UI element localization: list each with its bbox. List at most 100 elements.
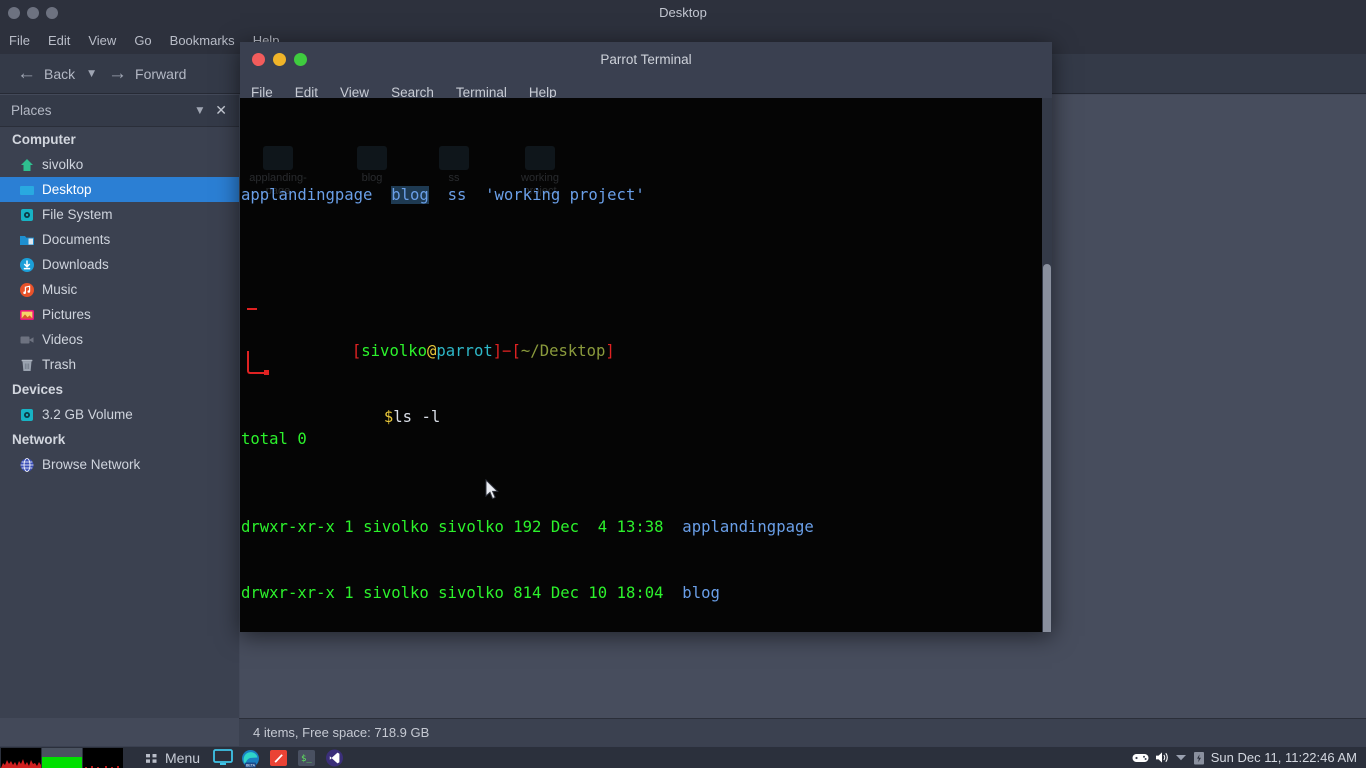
prompt-user: sivolko — [361, 342, 427, 360]
vscode-icon[interactable] — [325, 749, 347, 767]
text-editor-icon[interactable] — [269, 749, 291, 767]
row-user: sivolko — [363, 518, 429, 536]
prompt-bracket-icon — [247, 351, 269, 375]
pictures-icon — [19, 307, 35, 323]
ls-gap-1 — [372, 186, 391, 204]
table-row: drwxr-xr-x 1 sivolko sivolko 814 Dec 10 … — [241, 582, 1052, 604]
edge-browser-icon[interactable]: BETA — [241, 749, 263, 767]
row-group: sivolko — [438, 518, 504, 536]
terminal-icon[interactable]: $_ — [297, 749, 319, 767]
prompt-open-bracket: [ — [351, 342, 362, 360]
row-month: Dec — [550, 584, 580, 602]
prompt-dollar: $ — [383, 408, 394, 426]
sidebar-item-documents[interactable]: Documents — [0, 227, 239, 252]
places-close-icon[interactable]: ✕ — [215, 103, 239, 119]
fm-menu-bookmarks[interactable]: Bookmarks — [170, 33, 235, 48]
sidebar-item-file-system[interactable]: File System — [0, 202, 239, 227]
ls-gap-3 — [466, 186, 485, 204]
prompt-close-bracket: ] — [492, 342, 503, 360]
sidebar-label-downloads: Downloads — [42, 257, 109, 272]
sidebar-item-pictures[interactable]: Pictures — [0, 302, 239, 327]
row-size: 192 — [513, 518, 542, 536]
network-monitor-graph[interactable] — [83, 747, 123, 768]
cpu-monitor-graph[interactable] — [1, 747, 41, 768]
sidebar-item-desktop[interactable]: Desktop — [0, 177, 239, 202]
terminal-title: Parrot Terminal — [600, 52, 692, 67]
fm-menu-go[interactable]: Go — [134, 33, 151, 48]
monitor-icon[interactable] — [213, 748, 235, 767]
sidebar-label-documents: Documents — [42, 232, 111, 247]
volume-icon[interactable] — [1155, 751, 1169, 764]
fm-menu-edit[interactable]: Edit — [48, 33, 70, 48]
sidebar-item-trash[interactable]: Trash — [0, 352, 239, 377]
svg-text:BETA: BETA — [246, 763, 256, 767]
volume-disk-icon — [19, 407, 35, 423]
terminal-screen[interactable]: applandingpage blog ss 'working project'… — [240, 98, 1052, 632]
row-group: sivolko — [438, 584, 504, 602]
sidebar-item-sivolko[interactable]: sivolko — [0, 152, 239, 177]
sidebar-label-sivolko: sivolko — [42, 157, 84, 172]
sidebar-label-file-system: File System — [42, 207, 113, 222]
documents-icon — [19, 232, 35, 248]
prompt-path-rest: Desktop — [539, 342, 606, 360]
row-day: 4 — [588, 518, 608, 536]
grid-icon — [146, 753, 157, 763]
start-menu-button[interactable]: Menu — [145, 750, 200, 766]
terminal-total-line-1: total 0 — [241, 430, 307, 448]
sidebar-label-browse-network: Browse Network — [42, 457, 141, 472]
row-name: applandingpage — [672, 518, 814, 536]
ls-item-applandingpage: applandingpage — [241, 186, 373, 204]
start-menu-label: Menu — [165, 749, 201, 766]
prompt-host: parrot — [436, 342, 493, 360]
terminal-titlebar[interactable]: Parrot Terminal — [240, 42, 1052, 77]
desktop-screen: Desktop File Edit View Go Bookmarks Help… — [0, 0, 1366, 768]
sidebar-label-music: Music — [42, 282, 78, 297]
terminal-window: Parrot Terminal File Edit View Search Te… — [240, 42, 1052, 632]
battery-icon[interactable] — [1193, 751, 1205, 765]
sidebar-item-volume[interactable]: 3.2 GB Volume — [0, 402, 239, 427]
chevron-down-icon[interactable] — [1175, 753, 1187, 762]
desktop-icon — [19, 182, 35, 198]
row-name: blog — [672, 584, 720, 602]
game-controller-icon[interactable] — [1132, 751, 1149, 764]
back-button-label: Back — [44, 65, 76, 82]
trash-icon — [19, 357, 35, 373]
terminal-body[interactable]: applanding-page blog ss working project a… — [240, 98, 1052, 632]
command-text-1: ls -l — [393, 408, 441, 426]
status-text: 4 items, Free space: 718.9 GB — [253, 725, 430, 740]
ls-item-blog: blog — [391, 186, 429, 204]
memory-monitor-graph[interactable] — [42, 747, 82, 768]
file-manager-statusbar: 4 items, Free space: 718.9 GB — [239, 718, 1366, 746]
row-month: Dec — [550, 518, 580, 536]
terminal-scrollbar-thumb[interactable] — [1043, 264, 1051, 632]
filesystem-icon — [19, 207, 35, 223]
terminal-prompt-line-1: [sivolko@parrot]−[~/Desktop] — [241, 296, 1052, 360]
row-user: sivolko — [363, 584, 429, 602]
file-manager-title: Desktop — [659, 5, 707, 20]
fm-menu-view[interactable]: View — [88, 33, 116, 48]
sidebar-item-videos[interactable]: Videos — [0, 327, 239, 352]
back-button[interactable]: ← Back — [10, 61, 82, 86]
sidebar-item-music[interactable]: Music — [0, 277, 239, 302]
forward-button-label: Forward — [135, 65, 187, 82]
prompt-path-home: ~/ — [520, 342, 540, 360]
sidebar-item-downloads[interactable]: Downloads — [0, 252, 239, 277]
ls-item-ss: ss — [447, 186, 467, 204]
fm-menu-file[interactable]: File — [9, 33, 30, 48]
row-time: 18:04 — [616, 584, 664, 602]
terminal-scrollbar-track[interactable] — [1042, 98, 1052, 632]
row-links: 1 — [344, 584, 354, 602]
row-links: 1 — [344, 518, 354, 536]
prompt-path-close: ] — [605, 342, 615, 360]
forward-button[interactable]: → Forward — [101, 61, 193, 86]
back-history-chevron-down-icon[interactable]: ▼ — [82, 69, 101, 79]
prompt-dash: −[ — [502, 342, 521, 360]
ls-gap-2 — [429, 186, 448, 204]
places-group-computer: Computer — [12, 132, 76, 147]
places-panel-title: Places — [11, 103, 52, 118]
places-chevron-down-icon[interactable]: ▼ — [196, 106, 215, 116]
sidebar-item-browse-network[interactable]: Browse Network — [0, 452, 239, 477]
sidebar-label-trash: Trash — [42, 357, 77, 372]
clock[interactable]: Sun Dec 11, 11:22:46 AM — [1211, 750, 1357, 765]
videos-icon — [19, 332, 35, 348]
